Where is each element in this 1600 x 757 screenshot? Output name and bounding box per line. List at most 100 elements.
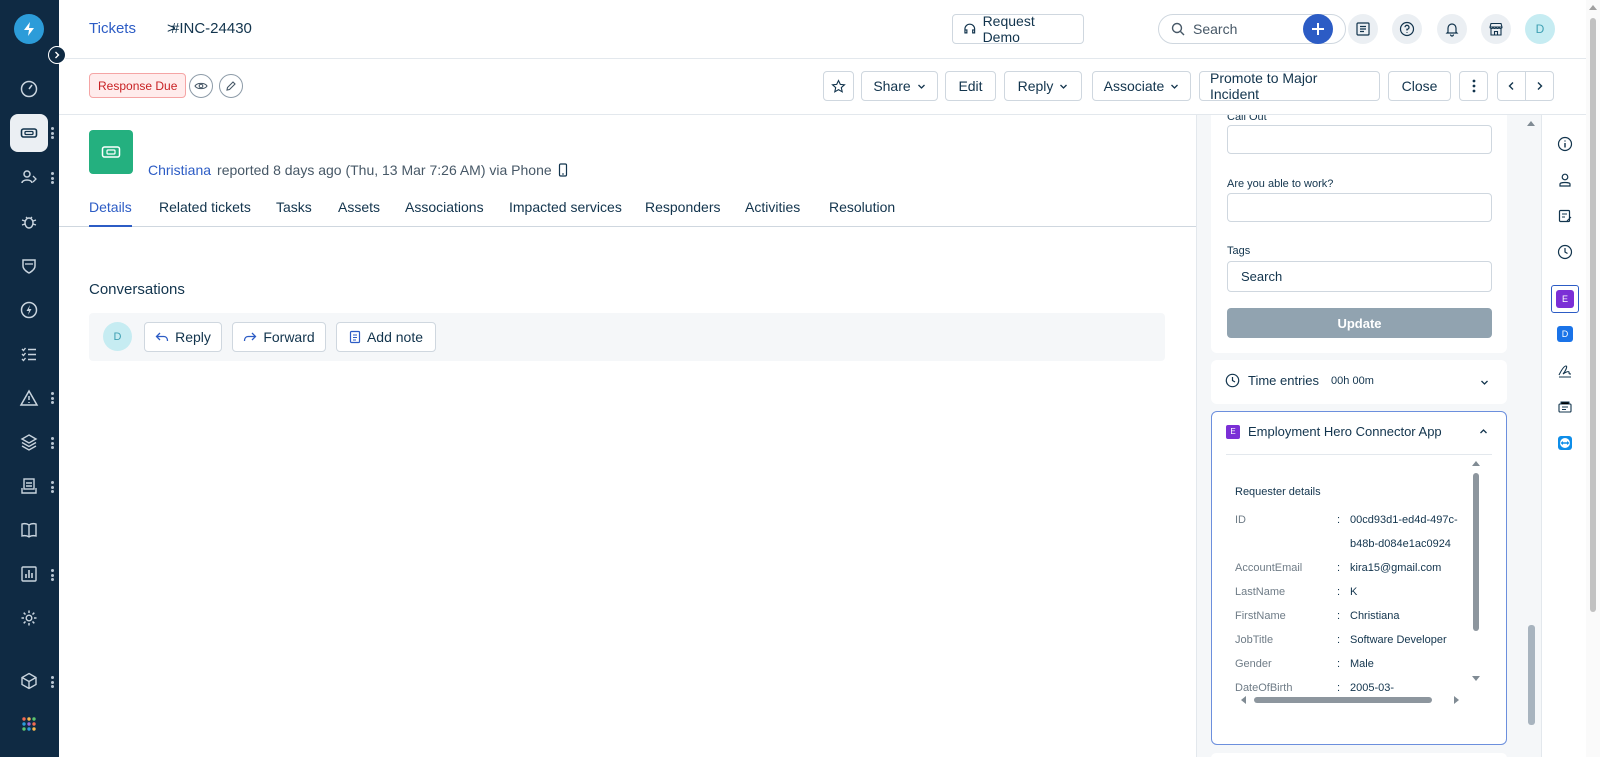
close-ticket-button[interactable]: Close xyxy=(1388,71,1451,101)
right-apps-strip: E D xyxy=(1541,115,1586,757)
able-to-work-field[interactable] xyxy=(1227,193,1492,222)
page-scrollbar[interactable] xyxy=(1586,0,1600,757)
conversation-reply-button[interactable]: Reply xyxy=(144,322,222,352)
employment-hero-strip-button[interactable]: E xyxy=(1551,285,1579,313)
top-header: Tickets > #INC-24430 Request Demo Search… xyxy=(59,0,1586,59)
detail-label-id: ID xyxy=(1235,514,1246,526)
panel-scrollbar-thumb[interactable] xyxy=(1528,625,1535,725)
associate-label: Associate xyxy=(1103,78,1165,94)
call-out-field[interactable] xyxy=(1227,125,1492,154)
detail-colon: : xyxy=(1337,562,1341,574)
edit-pencil-icon[interactable] xyxy=(219,74,243,98)
purchase-more-icon[interactable] xyxy=(50,481,54,493)
collapse-nav-button[interactable] xyxy=(48,46,66,64)
phone-icon xyxy=(558,163,567,177)
changes-shield-icon[interactable] xyxy=(10,247,48,285)
share-button[interactable]: Share xyxy=(861,71,938,101)
contacts-icon[interactable] xyxy=(10,158,48,196)
analytics-chart-icon[interactable] xyxy=(10,555,48,593)
user-avatar[interactable]: D xyxy=(1525,14,1555,44)
tickets-icon[interactable] xyxy=(10,114,48,152)
page-scrollbar-thumb[interactable] xyxy=(1590,18,1596,612)
clock-icon xyxy=(1225,373,1240,388)
tab-related-tickets[interactable]: Related tickets xyxy=(159,199,251,225)
assets-more-icon[interactable] xyxy=(50,437,54,449)
request-demo-button[interactable]: Request Demo xyxy=(952,13,1084,45)
next-ticket-button[interactable] xyxy=(1525,71,1554,101)
promote-major-incident-button[interactable]: Promote to Major Incident xyxy=(1199,70,1380,102)
alerts-warning-icon[interactable] xyxy=(10,379,48,417)
tab-impacted-services[interactable]: Impacted services xyxy=(509,199,622,225)
solutions-book-icon[interactable] xyxy=(10,511,48,549)
tags-placeholder: Search xyxy=(1241,269,1283,284)
ticket-toolbar: Response Due Share Edit Reply Associate … xyxy=(59,59,1586,115)
edit-button[interactable]: Edit xyxy=(945,71,996,101)
chevron-down-icon xyxy=(917,84,925,89)
requester-person-icon[interactable] xyxy=(1554,169,1576,191)
tasks-list-icon[interactable] xyxy=(10,335,48,373)
update-button[interactable]: Update xyxy=(1227,308,1492,338)
integration-app-icon[interactable] xyxy=(1554,396,1576,418)
app-logo[interactable] xyxy=(14,14,44,44)
detail-value-firstname: Christiana xyxy=(1350,610,1400,622)
employment-hero-app-icon: E xyxy=(1226,424,1240,439)
admin-gear-icon[interactable] xyxy=(10,599,48,637)
tab-assets[interactable]: Assets xyxy=(338,199,380,225)
watch-eye-icon[interactable] xyxy=(189,74,213,98)
connector-vertical-scrollbar[interactable] xyxy=(1471,459,1480,684)
tab-activities[interactable]: Activities xyxy=(745,199,800,225)
favorite-star-button[interactable] xyxy=(823,71,854,101)
tab-responders[interactable]: Responders xyxy=(645,199,721,225)
properties-card: Call Out Are you able to work? Tags Sear… xyxy=(1211,115,1507,353)
tags-input[interactable]: Search xyxy=(1227,261,1492,292)
assets-layers-icon[interactable] xyxy=(10,423,48,461)
notes-icon[interactable] xyxy=(1554,205,1576,227)
notifications-button[interactable] xyxy=(1437,14,1467,44)
tab-resolution[interactable]: Resolution xyxy=(829,199,895,225)
conversation-forward-button[interactable]: Forward xyxy=(232,322,326,352)
reported-text: reported 8 days ago (Thu, 13 Mar 7:26 AM… xyxy=(217,162,552,178)
catalog-button[interactable] xyxy=(1348,14,1378,44)
info-icon[interactable] xyxy=(1554,133,1576,155)
share-label: Share xyxy=(873,78,911,94)
marketplace-cube-icon[interactable] xyxy=(10,662,48,700)
more-actions-button[interactable] xyxy=(1459,71,1488,101)
problems-bug-icon[interactable] xyxy=(10,203,48,241)
alerts-more-icon[interactable] xyxy=(50,392,54,404)
time-entries-value: 00h 00m xyxy=(1331,374,1374,387)
marketplace-more-icon[interactable] xyxy=(50,676,54,688)
teamviewer-icon[interactable] xyxy=(1554,432,1576,454)
help-button[interactable] xyxy=(1392,14,1422,44)
conversation-add-note-button[interactable]: Add note xyxy=(336,322,436,352)
connector-horizontal-scrollbar[interactable] xyxy=(1240,692,1459,704)
purchase-inbox-icon[interactable] xyxy=(10,467,48,505)
releases-bolt-icon[interactable] xyxy=(10,291,48,329)
time-entries-card[interactable]: Time entries 00h 00m xyxy=(1211,360,1507,404)
panel-scrollbar[interactable] xyxy=(1525,115,1537,757)
tab-tasks[interactable]: Tasks xyxy=(276,199,312,225)
tab-details[interactable]: Details xyxy=(89,199,132,227)
analytics-more-icon[interactable] xyxy=(50,569,54,581)
detail-value-id: 00cd93d1-ed4d-497c- xyxy=(1350,514,1458,526)
connector-header[interactable]: E Employment Hero Connector App xyxy=(1226,424,1442,439)
store-button[interactable] xyxy=(1481,14,1511,44)
tab-associations[interactable]: Associations xyxy=(405,199,484,225)
app-switcher-grid-icon[interactable] xyxy=(10,705,48,743)
forward-arrow-icon xyxy=(244,332,257,342)
d-app-strip-button[interactable]: D xyxy=(1554,323,1576,345)
chevron-down-icon xyxy=(1060,84,1068,89)
new-plus-button[interactable] xyxy=(1303,14,1333,44)
previous-ticket-button[interactable] xyxy=(1497,71,1526,101)
requester-name-link[interactable]: Christiana xyxy=(148,162,211,178)
reply-dropdown-button[interactable]: Reply xyxy=(1004,71,1082,101)
dashboard-icon[interactable] xyxy=(10,70,48,108)
chevron-down-icon[interactable] xyxy=(1480,378,1489,387)
associate-button[interactable]: Associate xyxy=(1092,71,1191,101)
tickets-more-icon[interactable] xyxy=(50,127,54,139)
signature-icon[interactable] xyxy=(1554,360,1576,382)
chevron-up-icon[interactable] xyxy=(1479,427,1488,436)
breadcrumb-tickets-link[interactable]: Tickets xyxy=(89,20,136,37)
contacts-more-icon[interactable] xyxy=(50,172,54,184)
history-clock-icon[interactable] xyxy=(1554,241,1576,263)
detail-colon: : xyxy=(1337,658,1341,670)
